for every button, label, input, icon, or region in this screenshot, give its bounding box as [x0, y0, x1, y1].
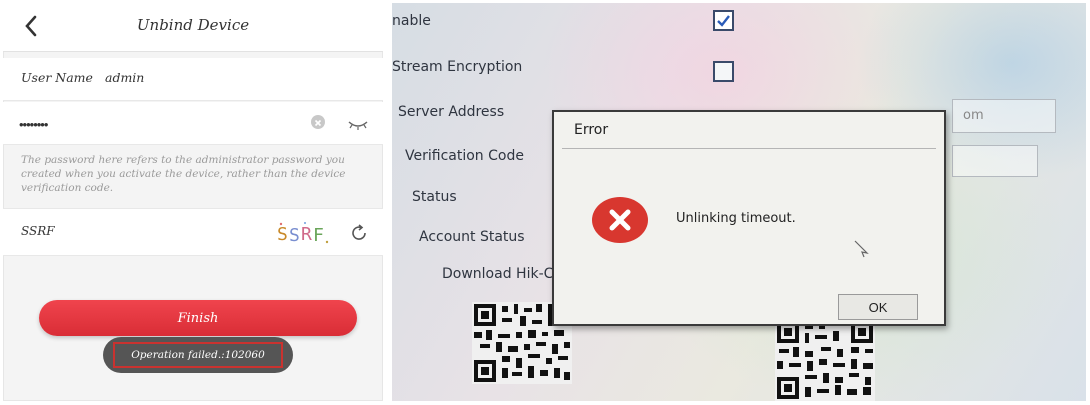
- username-label: User Name: [21, 70, 93, 85]
- status-label: Status: [412, 189, 457, 205]
- finish-button[interactable]: Finish: [39, 300, 357, 336]
- verification-code-field[interactable]: [952, 145, 1038, 177]
- verification-code-row: SSRF S S R F: [3, 208, 383, 256]
- dialog-title: Error: [574, 122, 609, 138]
- page-title: Unbind Device: [136, 16, 250, 34]
- enable-label: nable: [392, 13, 431, 29]
- error-toast: Operation failed.:102060: [103, 337, 293, 373]
- account-status-label: Account Status: [419, 229, 525, 245]
- ok-button[interactable]: OK: [838, 294, 918, 320]
- eye-icon[interactable]: [347, 116, 369, 130]
- username-field[interactable]: admin: [105, 70, 144, 85]
- dialog-message: Unlinking timeout.: [676, 211, 796, 226]
- refresh-icon[interactable]: [349, 223, 369, 243]
- server-address-field[interactable]: om: [952, 99, 1056, 133]
- error-dialog: Error Unlinking timeout. OK: [552, 110, 946, 326]
- username-row[interactable]: User Name admin: [3, 58, 383, 101]
- stream-encryption-label: Stream Encryption: [392, 59, 523, 75]
- captcha-image[interactable]: S S R F: [275, 220, 333, 246]
- nav-bar: Unbind Device: [3, 3, 383, 52]
- code-input-text[interactable]: SSRF: [21, 224, 55, 238]
- password-row: [3, 102, 383, 145]
- svg-text:S: S: [289, 225, 299, 246]
- clear-icon[interactable]: [311, 115, 325, 129]
- svg-text:R: R: [301, 224, 312, 245]
- mouse-cursor-icon: [854, 240, 869, 258]
- toast-message: Operation failed.:102060: [113, 342, 283, 368]
- server-address-label: Server Address: [398, 104, 505, 120]
- verification-code-label: Verification Code: [405, 148, 524, 164]
- device-settings-photo: nable Stream Encryption Server Address o…: [392, 3, 1086, 401]
- password-field[interactable]: [17, 111, 291, 137]
- password-hint: The password here refers to the administ…: [21, 154, 346, 194]
- svg-text:F: F: [313, 225, 323, 246]
- unbind-device-screen: Unbind Device User Name admin The passwo…: [3, 3, 383, 401]
- stream-encryption-checkbox[interactable]: [713, 61, 734, 82]
- dialog-divider: [562, 148, 936, 149]
- qr-code-right: [775, 319, 875, 401]
- enable-checkbox[interactable]: [713, 10, 734, 31]
- svg-text:S: S: [277, 224, 287, 245]
- error-x-icon: [592, 192, 648, 248]
